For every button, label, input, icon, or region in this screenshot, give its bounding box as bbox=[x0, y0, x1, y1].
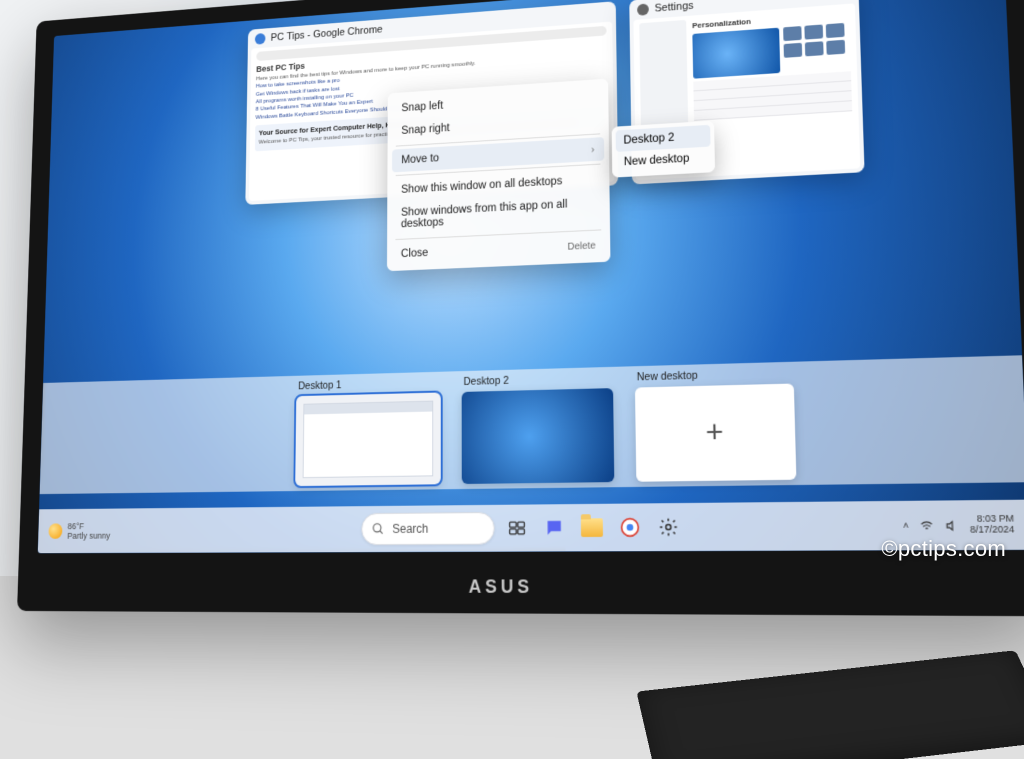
system-tray[interactable]: ˄ 8:03 PM 8/17/2024 bbox=[903, 514, 1015, 536]
weather-icon bbox=[48, 523, 62, 538]
laptop-brand: ASUS bbox=[17, 559, 1024, 617]
taskbar-chrome[interactable] bbox=[615, 512, 646, 543]
watermark: ©pctips.com bbox=[881, 536, 1006, 562]
context-menu: Snap left Snap right Move to › Show this… bbox=[387, 79, 610, 272]
task-view-icon bbox=[507, 518, 527, 539]
taskbar: 86°F Partly sunny Search bbox=[38, 500, 1024, 554]
gear-icon bbox=[658, 517, 679, 538]
submenu-new-desktop[interactable]: New desktop bbox=[616, 147, 711, 174]
desktop-2-thumb[interactable] bbox=[462, 388, 615, 484]
desktop-1[interactable]: Desktop 1 bbox=[295, 377, 441, 486]
virtual-desktops-strip: Desktop 1 Desktop 2 New desktop + bbox=[40, 355, 1024, 494]
gear-icon bbox=[637, 3, 649, 15]
window-title: Settings bbox=[655, 0, 694, 15]
folder-icon bbox=[581, 518, 603, 537]
start-button[interactable] bbox=[326, 514, 354, 544]
chrome-icon bbox=[255, 33, 266, 45]
search-icon bbox=[372, 522, 385, 536]
volume-icon[interactable] bbox=[944, 518, 959, 532]
taskbar-explorer[interactable] bbox=[577, 512, 607, 543]
desktop-2[interactable]: Desktop 2 bbox=[462, 372, 615, 484]
windows-desktop: PC Tips - Google Chrome Best PC Tips Her… bbox=[38, 0, 1024, 553]
chrome-icon bbox=[620, 517, 640, 538]
taskbar-chat[interactable] bbox=[539, 512, 569, 543]
taskbar-weather[interactable]: 86°F Partly sunny bbox=[48, 521, 110, 541]
laptop-bezel: PC Tips - Google Chrome Best PC Tips Her… bbox=[17, 0, 1024, 616]
windows-logo-icon bbox=[330, 518, 351, 540]
chevron-up-icon[interactable]: ˄ bbox=[903, 520, 909, 531]
wifi-icon[interactable] bbox=[919, 518, 934, 532]
wallpaper-preview bbox=[692, 28, 780, 79]
taskbar-settings[interactable] bbox=[653, 511, 684, 543]
task-view-button[interactable] bbox=[502, 513, 531, 544]
desktop-1-thumb[interactable] bbox=[295, 392, 441, 486]
plus-icon: + bbox=[705, 415, 724, 451]
new-desktop-thumb[interactable]: + bbox=[635, 384, 796, 482]
laptop-keyboard bbox=[636, 650, 1024, 759]
chat-icon bbox=[544, 518, 564, 539]
menu-move-to[interactable]: Move to › bbox=[392, 137, 604, 172]
laptop: PC Tips - Google Chrome Best PC Tips Her… bbox=[0, 0, 1024, 686]
taskbar-search[interactable]: Search bbox=[361, 512, 494, 545]
chevron-right-icon: › bbox=[591, 144, 594, 155]
new-desktop[interactable]: New desktop + bbox=[635, 367, 797, 482]
context-submenu-move-to: Desktop 2 New desktop bbox=[612, 121, 715, 178]
